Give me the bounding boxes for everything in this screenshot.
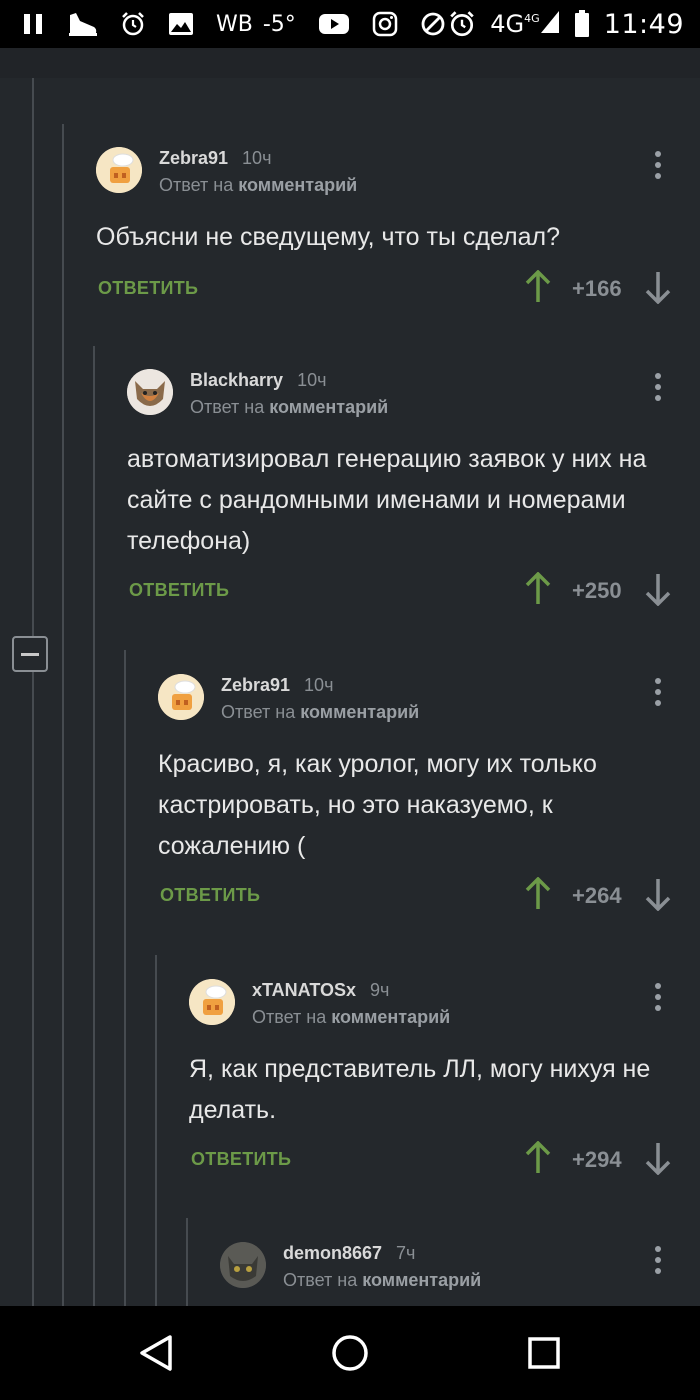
alarm-icon [448, 10, 476, 38]
thread-line [93, 346, 95, 1306]
more-options-icon[interactable] [654, 1246, 662, 1279]
author-name[interactable]: demon8667 7ч [283, 1243, 415, 1264]
comment-time: 9ч [370, 980, 390, 1000]
reply-to-link[interactable]: комментарий [362, 1270, 481, 1290]
comment-time: 10ч [297, 370, 327, 390]
reply-to: Ответ на комментарий [252, 1007, 451, 1027]
chef-avatar[interactable] [189, 979, 235, 1025]
chef-avatar[interactable] [96, 147, 142, 193]
collapse-thread-button[interactable] [12, 636, 48, 672]
downvote-icon[interactable] [644, 1141, 672, 1176]
reply-button[interactable]: ОТВЕТИТЬ [191, 1149, 291, 1170]
previous-comment-footer [0, 48, 700, 78]
rating-score: +250 [572, 578, 622, 603]
downvote-icon[interactable] [644, 572, 672, 607]
comment-time: 10ч [242, 148, 272, 168]
thread-line [62, 124, 64, 1306]
comment-text: Объясни не сведущему, что ты сделал? [96, 223, 561, 251]
upvote-icon[interactable] [524, 571, 552, 606]
rating-score: +166 [572, 276, 622, 301]
reply-to-link[interactable]: комментарий [331, 1007, 450, 1027]
navigation-bar [0, 1306, 700, 1400]
more-options-icon[interactable] [654, 151, 662, 184]
reply-button[interactable]: ОТВЕТИТЬ [160, 885, 260, 906]
more-options-icon[interactable] [654, 373, 662, 406]
instagram-icon [372, 11, 398, 37]
reply-to: Ответ на комментарий [221, 702, 420, 722]
wb-indicator: WB [216, 11, 253, 37]
rating-score: +264 [572, 883, 622, 908]
more-options-icon[interactable] [654, 983, 662, 1016]
network-type: 4G [490, 10, 525, 38]
image-icon [168, 12, 194, 36]
author-name[interactable]: Zebra91 10ч [221, 675, 333, 696]
comment: Zebra91 10ч Ответ на комментарий Красиво,… [158, 674, 676, 921]
thread-line [32, 78, 34, 1306]
shoe-icon [66, 11, 98, 37]
comment: xTANATOSx 9ч Ответ на комментарий Я, как … [189, 979, 676, 1185]
comment-time: 7ч [396, 1243, 416, 1263]
comment-text: автоматизировал генерацию заявок у них н… [127, 445, 647, 555]
reply-button[interactable]: ОТВЕТИТЬ [129, 580, 229, 601]
network-type-small: 4G [524, 12, 540, 25]
recents-icon[interactable] [524, 1333, 564, 1373]
chef-avatar[interactable] [158, 674, 204, 720]
reply-to: Ответ на комментарий [190, 397, 389, 417]
signal-icon [540, 10, 560, 34]
fox-avatar[interactable] [127, 369, 173, 415]
comment-text: Я, как представитель ЛЛ, могу нихуя не д… [189, 1055, 651, 1124]
reply-to-link[interactable]: комментарий [238, 175, 357, 195]
comment-text: Красиво, я, как уролог, могу их только к… [158, 750, 597, 860]
youtube-icon [318, 12, 350, 36]
temperature: -5° [262, 11, 296, 37]
reply-to: Ответ на комментарий [283, 1270, 482, 1290]
home-icon[interactable] [330, 1333, 370, 1373]
thread-line [186, 1218, 188, 1306]
clock: 11:49 [603, 8, 684, 40]
upvote-icon[interactable] [524, 269, 552, 304]
pause-icon [22, 13, 44, 35]
author-name[interactable]: Zebra91 10ч [159, 148, 271, 169]
upvote-icon[interactable] [524, 876, 552, 911]
reply-button[interactable]: ОТВЕТИТЬ [98, 278, 198, 299]
reply-to: Ответ на комментарий [159, 175, 358, 195]
more-options-icon[interactable] [654, 678, 662, 711]
reply-to-link[interactable]: комментарий [300, 702, 419, 722]
back-icon[interactable] [136, 1333, 176, 1373]
downvote-icon[interactable] [644, 877, 672, 912]
rating-score: +294 [572, 1147, 622, 1172]
author-name[interactable]: Blackharry 10ч [190, 370, 326, 391]
status-bar: WB -5° 4G 4G 11:49 [0, 0, 700, 48]
comment: demon8667 7ч Ответ на комментарий [220, 1242, 676, 1302]
reply-to-link[interactable]: комментарий [269, 397, 388, 417]
cat-avatar[interactable] [220, 1242, 266, 1288]
comment: Zebra91 10ч Ответ на комментарий Объясни … [96, 147, 676, 314]
block-icon [420, 11, 446, 37]
alarm-icon [120, 11, 146, 37]
comment: Blackharry 10ч Ответ на комментарий автом… [127, 369, 676, 616]
upvote-icon[interactable] [524, 1140, 552, 1175]
downvote-icon[interactable] [644, 270, 672, 305]
battery-icon [574, 10, 590, 38]
author-name[interactable]: xTANATOSx 9ч [252, 980, 389, 1001]
thread-line [124, 650, 126, 1306]
thread-line [155, 955, 157, 1306]
comment-time: 10ч [304, 675, 334, 695]
